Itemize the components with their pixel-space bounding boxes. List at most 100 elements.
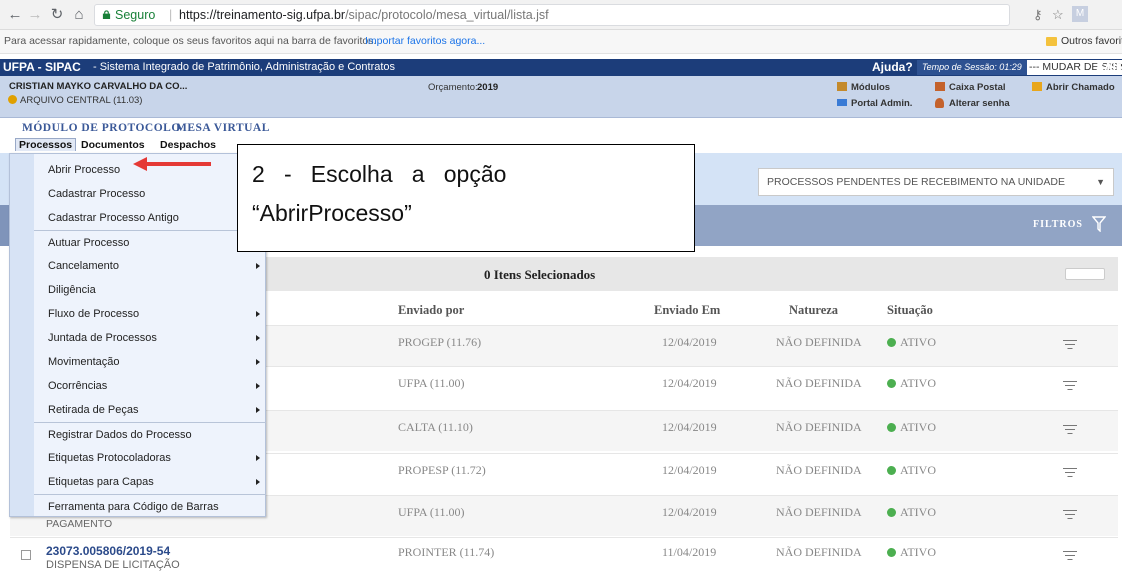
logout-link[interactable]: SAIR: [1096, 59, 1122, 76]
process-filter-select[interactable]: PROCESSOS PENDENTES DE RECEBIMENTO NA UN…: [758, 168, 1114, 196]
process-number[interactable]: 23073.005806/2019-54: [46, 544, 170, 558]
url-path: /sipac/protocolo/mesa_virtual/lista.jsf: [345, 8, 549, 22]
import-bookmarks-link[interactable]: Importar favoritos agora...: [365, 30, 485, 53]
url-text: https://treinamento-sig.ufpa.br/sipac/pr…: [179, 5, 549, 25]
process-filter-value: PROCESSOS PENDENTES DE RECEBIMENTO NA UN…: [767, 176, 1065, 188]
home-icon[interactable]: ⌂: [70, 6, 88, 24]
screen: ← → ↻ ⌂ Seguro | https://treinamento-sig…: [0, 0, 1122, 575]
system-header: UFPA - SIPAC - Sistema Integrado de Patr…: [0, 59, 1122, 76]
user-name: CRISTIAN MAYKO CARVALHO DA CO...: [9, 81, 188, 92]
menu-item-label: Ferramenta para Código de Barras: [48, 501, 219, 513]
col-head-sender[interactable]: Enviado por: [398, 303, 464, 318]
profile-avatar[interactable]: M: [1072, 6, 1088, 22]
row-nature: NÃO DEFINIDA: [776, 376, 862, 390]
submenu-arrow-icon: [256, 455, 260, 461]
callout-line-1: 2 - Escolha a opção: [252, 161, 507, 187]
menu-item-label: Etiquetas Protocoladoras: [48, 452, 171, 464]
menu-item-fluxo-de-processo[interactable]: Fluxo de Processo: [34, 302, 266, 326]
menu-item-movimentacao[interactable]: Movimentação: [34, 350, 266, 374]
system-name: UFPA - SIPAC: [3, 60, 81, 74]
tab-despachos[interactable]: Despachos: [160, 139, 216, 151]
menu-item-etiquetas-protocoladoras[interactable]: Etiquetas Protocoladoras: [34, 446, 266, 470]
select-all-toggle[interactable]: [1065, 268, 1105, 280]
row-sender: UFPA (11.00): [398, 505, 465, 519]
menu-item-cadastrar-processo[interactable]: Cadastrar Processo: [34, 182, 266, 206]
menu-item-codigo-de-barras[interactable]: Ferramenta para Código de Barras: [34, 494, 266, 518]
other-bookmarks[interactable]: Outros favorito: [1061, 30, 1122, 53]
submenu-arrow-icon: [256, 479, 260, 485]
open-ticket-link[interactable]: Abrir Chamado: [1046, 82, 1115, 93]
row-actions-icon[interactable]: [1063, 340, 1077, 350]
menu-item-label: Fluxo de Processo: [48, 308, 140, 320]
menu-item-retirada-de-pecas[interactable]: Retirada de Peças: [34, 398, 266, 422]
row-nature: NÃO DEFINIDA: [776, 505, 862, 519]
status-dot-icon: [887, 338, 896, 347]
help-link[interactable]: Ajuda?: [872, 59, 913, 76]
status-dot-icon: [887, 423, 896, 432]
row-actions-icon[interactable]: [1063, 551, 1077, 561]
row-sender: PROGEP (11.76): [398, 335, 482, 349]
user-unit: ARQUIVO CENTRAL (11.03): [20, 95, 143, 106]
address-bar[interactable]: Seguro | https://treinamento-sig.ufpa.br…: [94, 4, 1010, 26]
filters-label[interactable]: FILTROS: [1033, 219, 1083, 230]
menu-item-label: Cadastrar Processo: [48, 188, 146, 200]
budget-label: Orçamento:: [428, 82, 478, 93]
session-timer: Tempo de Sessão: 01:29: [917, 60, 1027, 75]
back-icon[interactable]: ←: [6, 6, 24, 24]
chevron-down-icon: ▼: [1096, 177, 1105, 187]
menu-item-cadastrar-processo-antigo[interactable]: Cadastrar Processo Antigo: [34, 206, 266, 230]
row-date: 12/04/2019: [662, 335, 717, 349]
row-status-label: ATIVO: [900, 420, 936, 434]
menu-item-autuar-processo[interactable]: Autuar Processo: [34, 230, 266, 254]
table-row[interactable]: 23073.005806/2019-54 DISPENSA DE LICITAÇ…: [10, 537, 1118, 575]
col-head-date[interactable]: Enviado Em: [654, 303, 720, 318]
secure-label: Seguro: [115, 8, 156, 22]
row-status: ATIVO: [887, 420, 936, 435]
col-head-nature[interactable]: Natureza: [789, 303, 838, 318]
admin-portal-icon: [837, 99, 847, 106]
admin-portal-link[interactable]: Portal Admin.: [851, 98, 912, 109]
lock-icon: [102, 10, 111, 19]
tab-documentos[interactable]: Documentos: [81, 139, 145, 151]
star-icon[interactable]: ☆: [1052, 7, 1064, 23]
row-status: ATIVO: [887, 335, 936, 350]
funnel-icon[interactable]: [1092, 216, 1106, 232]
ticket-icon: [1032, 82, 1042, 91]
budget-year: 2019: [477, 82, 499, 93]
mailbox-link[interactable]: Caixa Postal: [949, 82, 1006, 93]
key-icon[interactable]: ⚷: [1033, 7, 1043, 23]
row-actions-icon[interactable]: [1063, 468, 1077, 478]
menu-item-ocorrencias[interactable]: Ocorrências: [34, 374, 266, 398]
mailbox-icon: [935, 82, 945, 91]
tab-processos[interactable]: Processos: [15, 138, 77, 151]
bookmarks-bar: Para acessar rapidamente, coloque os seu…: [0, 30, 1122, 54]
col-head-status[interactable]: Situação: [887, 303, 933, 318]
row-sender: PROPESP (11.72): [398, 463, 486, 477]
row-date: 12/04/2019: [662, 376, 717, 390]
menu-item-etiquetas-capas[interactable]: Etiquetas para Capas: [34, 470, 266, 494]
modules-link[interactable]: Módulos: [851, 82, 890, 93]
menu-item-diligencia[interactable]: Diligência: [34, 278, 266, 302]
module-title: Módulo de Protocolo Mesa Virtual: [0, 118, 1122, 138]
module-subtitle: Mesa Virtual: [176, 122, 270, 134]
menu-item-label: Ocorrências: [48, 380, 108, 392]
submenu-arrow-icon: [256, 383, 260, 389]
change-password-link[interactable]: Alterar senha: [949, 98, 1010, 109]
submenu-arrow-icon: [256, 335, 260, 341]
menu-item-registrar-dados[interactable]: Registrar Dados do Processo: [34, 422, 266, 446]
forward-icon[interactable]: →: [26, 6, 44, 24]
processos-dropdown-menu: Abrir Processo Cadastrar Processo Cadast…: [9, 153, 266, 517]
row-checkbox[interactable]: [21, 550, 31, 560]
status-dot-icon: [887, 508, 896, 517]
menu-item-cancelamento[interactable]: Cancelamento: [34, 254, 266, 278]
row-nature: NÃO DEFINIDA: [776, 463, 862, 477]
row-status-label: ATIVO: [900, 505, 936, 519]
process-description: DISPENSA DE LICITAÇÃO: [46, 559, 180, 571]
row-actions-icon[interactable]: [1063, 510, 1077, 520]
callout-line-2: “AbrirProcesso”: [252, 200, 412, 226]
reload-icon[interactable]: ↻: [48, 6, 66, 24]
row-actions-icon[interactable]: [1063, 381, 1077, 391]
row-actions-icon[interactable]: [1063, 425, 1077, 435]
menu-item-juntada-de-processos[interactable]: Juntada de Processos: [34, 326, 266, 350]
submenu-arrow-icon: [256, 407, 260, 413]
